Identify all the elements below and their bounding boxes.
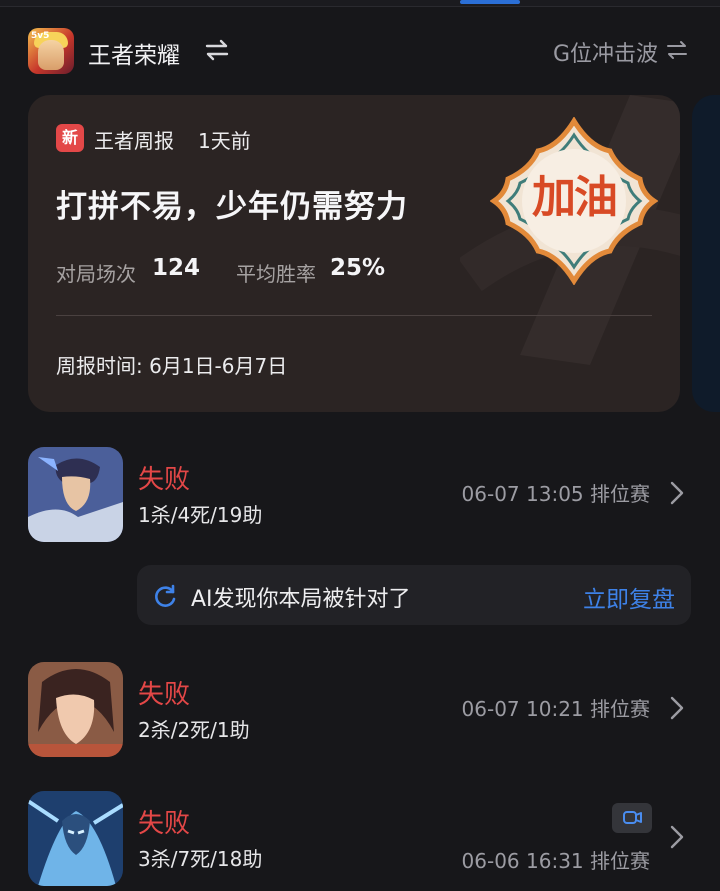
matches-count-label: 对局场次 [56,262,136,286]
refresh-icon [151,582,179,614]
rank-label[interactable]: G位冲击波 [553,36,658,68]
match-time: 06-07 10:21 排位赛 [461,697,650,721]
swap-icon[interactable] [204,38,230,66]
match-row[interactable]: 失败 1杀/4死/19助 06-07 13:05 排位赛 [28,447,692,543]
report-title: 王者周报 [94,129,174,153]
ai-review-tip[interactable]: AI发现你本局被针对了 立即复盘 [137,565,691,625]
chevron-right-icon[interactable] [668,694,686,726]
ai-tip-text: AI发现你本局被针对了 [191,587,411,612]
tab-indicator [460,0,520,4]
top-bar [0,0,720,7]
report-time-ago: 1天前 [198,129,251,153]
card-divider [56,315,652,316]
new-badge: 新 [56,124,84,152]
swap-icon-small[interactable] [666,40,688,64]
match-result: 失败 [138,680,191,710]
video-replay-badge[interactable] [612,803,652,833]
match-result: 失败 [138,465,191,495]
hero-avatar [28,791,123,886]
hero-avatar [28,662,123,757]
match-row[interactable]: 失败 2杀/2死/1助 06-07 10:21 排位赛 [28,662,692,758]
chevron-right-icon[interactable] [668,479,686,511]
app-icon[interactable]: 5v5 [28,28,74,74]
win-rate-label: 平均胜率 [236,262,316,286]
hero-avatar [28,447,123,542]
header: 5v5 王者荣耀 G位冲击波 [28,28,692,76]
chevron-right-icon[interactable] [668,823,686,855]
report-headline: 打拼不易，少年仍需努力 [56,189,408,225]
weekly-report-card[interactable]: 新 王者周报 1天前 打拼不易，少年仍需努力 对局场次 124 平均胜率 25%… [28,95,680,412]
review-now-button[interactable]: 立即复盘 [583,580,675,614]
match-row[interactable]: 失败 3杀/7死/18助 06-06 16:31 排位赛 [28,791,692,887]
match-result: 失败 [138,809,191,839]
match-kda: 2杀/2死/1助 [138,718,250,742]
match-kda: 3杀/7死/18助 [138,847,263,871]
match-time: 06-07 13:05 排位赛 [461,482,650,506]
next-card-peek[interactable] [692,95,720,412]
win-rate-value: 25% [330,255,386,281]
match-kda: 1杀/4死/19助 [138,503,263,527]
app-name[interactable]: 王者荣耀 [88,36,180,70]
video-icon [623,811,642,824]
matches-count-value: 124 [152,255,201,281]
report-period: 周报时间: 6月1日-6月7日 [56,354,288,378]
app-icon-face [38,40,64,70]
match-time: 06-06 16:31 排位赛 [461,849,650,873]
app-icon-tag: 5v5 [31,31,50,41]
cheer-text: 加油 [532,172,618,223]
